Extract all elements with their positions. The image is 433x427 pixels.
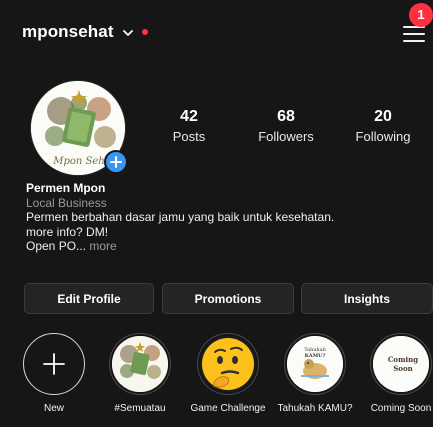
profile-category: Local Business bbox=[26, 195, 107, 210]
bio-line-1: Permen berbahan dasar jamu yang baik unt… bbox=[26, 210, 335, 224]
bio-line-2: more info? DM! bbox=[26, 224, 109, 239]
followers-label: Followers bbox=[258, 129, 314, 144]
highlight-tahukah-kamu[interactable]: Tahukah KAMU? Tahukah KAMU? bbox=[275, 333, 355, 414]
profile-bio: Permen Mpon Local Business Permen berbah… bbox=[26, 181, 426, 254]
plus-icon bbox=[26, 336, 82, 392]
bio-line-3-text: Open PO... bbox=[26, 239, 87, 253]
username: mponsehat bbox=[22, 22, 114, 41]
followers-count: 68 bbox=[277, 108, 295, 125]
insights-button[interactable]: Insights bbox=[301, 283, 433, 314]
account-switcher[interactable]: mponsehat bbox=[22, 22, 148, 42]
highlight-cover-image: Coming Soon bbox=[373, 336, 429, 392]
following-label: Following bbox=[355, 129, 411, 144]
highlight-cover-image: Tahukah KAMU? bbox=[287, 336, 343, 392]
notification-dot bbox=[141, 29, 148, 35]
stat-followers[interactable]: 68 Followers bbox=[241, 108, 331, 144]
profile-stats: 42 Posts 68 Followers 20 Following bbox=[150, 108, 433, 148]
svg-text:Mpon Seh: Mpon Seh bbox=[52, 156, 105, 167]
profile-actions: Edit Profile Promotions Insights bbox=[24, 283, 433, 315]
highlight-new[interactable]: New bbox=[14, 333, 94, 414]
svg-text:Soon: Soon bbox=[393, 364, 412, 373]
bio-line-3: Open PO... more bbox=[26, 239, 426, 254]
profile-screen: mponsehat 1 Mpon Seh 42 Posts 68 Followe… bbox=[0, 0, 433, 427]
stat-posts[interactable]: 42 Posts bbox=[144, 108, 234, 144]
promotions-button[interactable]: Promotions bbox=[162, 283, 294, 314]
posts-count: 42 bbox=[180, 108, 198, 125]
add-story-button[interactable] bbox=[104, 150, 128, 174]
highlight-label: Coming Soon bbox=[370, 403, 432, 414]
following-count: 20 bbox=[374, 108, 392, 125]
chevron-down-icon bbox=[122, 26, 134, 38]
highlight-label: Tahukah KAMU? bbox=[277, 403, 353, 414]
profile-avatar[interactable]: Mpon Seh bbox=[30, 80, 128, 176]
highlight-label: New bbox=[43, 403, 64, 414]
svg-text:KAMU?: KAMU? bbox=[305, 353, 326, 359]
profile-name: Permen Mpon bbox=[26, 181, 106, 195]
posts-label: Posts bbox=[172, 129, 206, 144]
highlight-semuatau[interactable]: #Semuatau bbox=[100, 333, 180, 414]
stat-following[interactable]: 20 Following bbox=[338, 108, 428, 144]
top-bar: mponsehat 1 bbox=[0, 0, 433, 64]
edit-profile-button[interactable]: Edit Profile bbox=[24, 283, 154, 314]
bio-more-link[interactable]: more bbox=[89, 239, 116, 253]
svg-text:Coming: Coming bbox=[388, 355, 418, 364]
highlight-label: #Semuatau bbox=[114, 403, 166, 414]
plus-icon bbox=[110, 156, 122, 168]
highlight-game-challenge[interactable]: Game Challenge bbox=[188, 333, 268, 414]
highlight-coming-soon[interactable]: Coming Soon Coming Soon bbox=[361, 333, 433, 414]
thinking-face-icon bbox=[200, 336, 256, 392]
highlight-label: Game Challenge bbox=[190, 403, 266, 414]
story-highlights: New #Semuatau Game Challenge Tahukah KAM… bbox=[0, 333, 433, 427]
menu-notification-badge: 1 bbox=[409, 3, 433, 27]
highlight-cover-image bbox=[112, 336, 168, 392]
